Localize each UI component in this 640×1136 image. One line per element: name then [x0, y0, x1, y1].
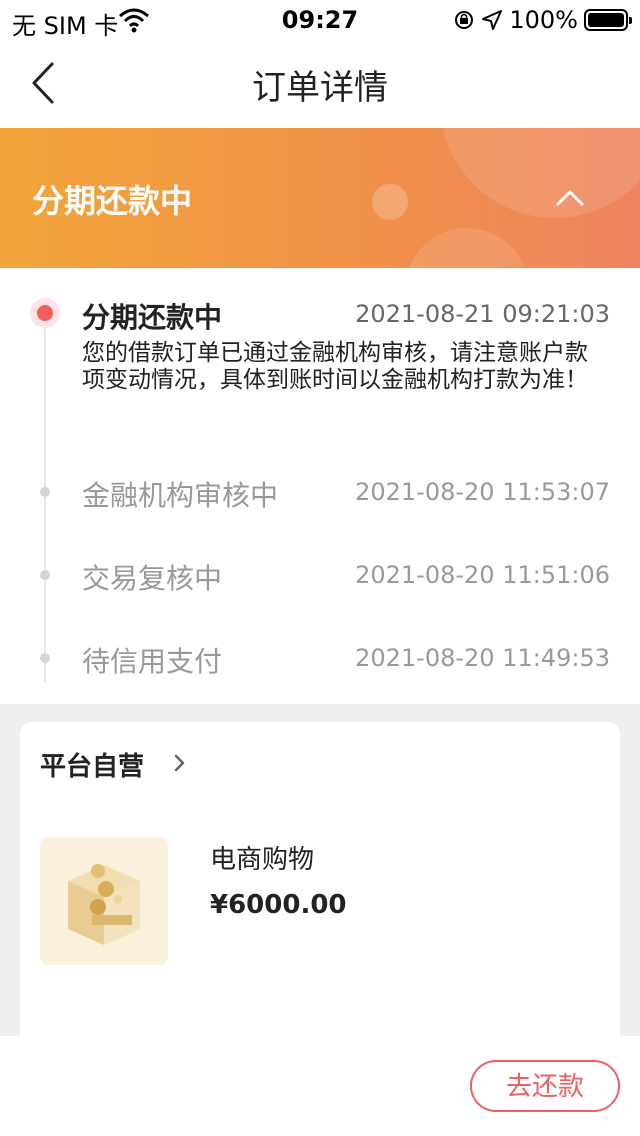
timeline-dot [40, 653, 50, 663]
product-price: ¥6000.00 [210, 890, 347, 920]
store-link[interactable]: 平台自营 [40, 746, 144, 783]
location-icon [482, 10, 503, 30]
step-description: 您的借款订单已通过金融机构审核，请注意账户款项变动情况，具体到账时间以金融机构打… [82, 340, 588, 393]
product-name: 电商购物 [210, 845, 315, 875]
step-name: 交易复核中 [82, 562, 223, 595]
status-right: 100% [453, 6, 632, 34]
timeline-dot-active [30, 298, 60, 328]
battery-percent: 100% [509, 6, 578, 34]
step-name: 分期还款中 [82, 301, 223, 334]
timeline-dot [40, 570, 50, 580]
order-card: 平台自营 电商购物 ¥6000.00 [20, 722, 620, 1082]
step-time: 2021-08-20 11:51:06 [355, 561, 610, 589]
bottom-action-bar: 去还款 [0, 1036, 640, 1136]
step-name: 待信用支付 [82, 645, 223, 678]
chevron-up-icon[interactable] [552, 184, 588, 212]
order-timeline: 分期还款中 2021-08-21 09:21:03 您的借款订单已通过金融机构审… [0, 268, 640, 704]
battery-icon [584, 9, 632, 31]
repay-button[interactable]: 去还款 [470, 1060, 620, 1112]
orientation-lock-icon [455, 11, 474, 29]
timeline-line [44, 312, 46, 682]
order-status-title: 分期还款中 [32, 182, 193, 220]
step-name: 金融机构审核中 [82, 479, 279, 512]
product-image[interactable] [40, 837, 168, 965]
page-title: 订单详情 [252, 68, 388, 108]
chevron-right-icon[interactable] [172, 752, 188, 774]
step-time: 2021-08-21 09:21:03 [355, 300, 610, 328]
banner-decoration [405, 228, 529, 268]
order-status-banner: 分期还款中 [0, 128, 640, 268]
timeline-dot [40, 487, 50, 497]
banner-decoration [372, 184, 408, 220]
banner-decoration [440, 128, 640, 218]
coin-box-illustration [68, 864, 140, 945]
step-time: 2021-08-20 11:53:07 [355, 478, 610, 506]
nav-bar: 订单详情 [0, 40, 640, 128]
status-bar: 无 SIM 卡 09:27 100% [0, 0, 640, 40]
step-time: 2021-08-20 11:49:53 [355, 644, 610, 672]
